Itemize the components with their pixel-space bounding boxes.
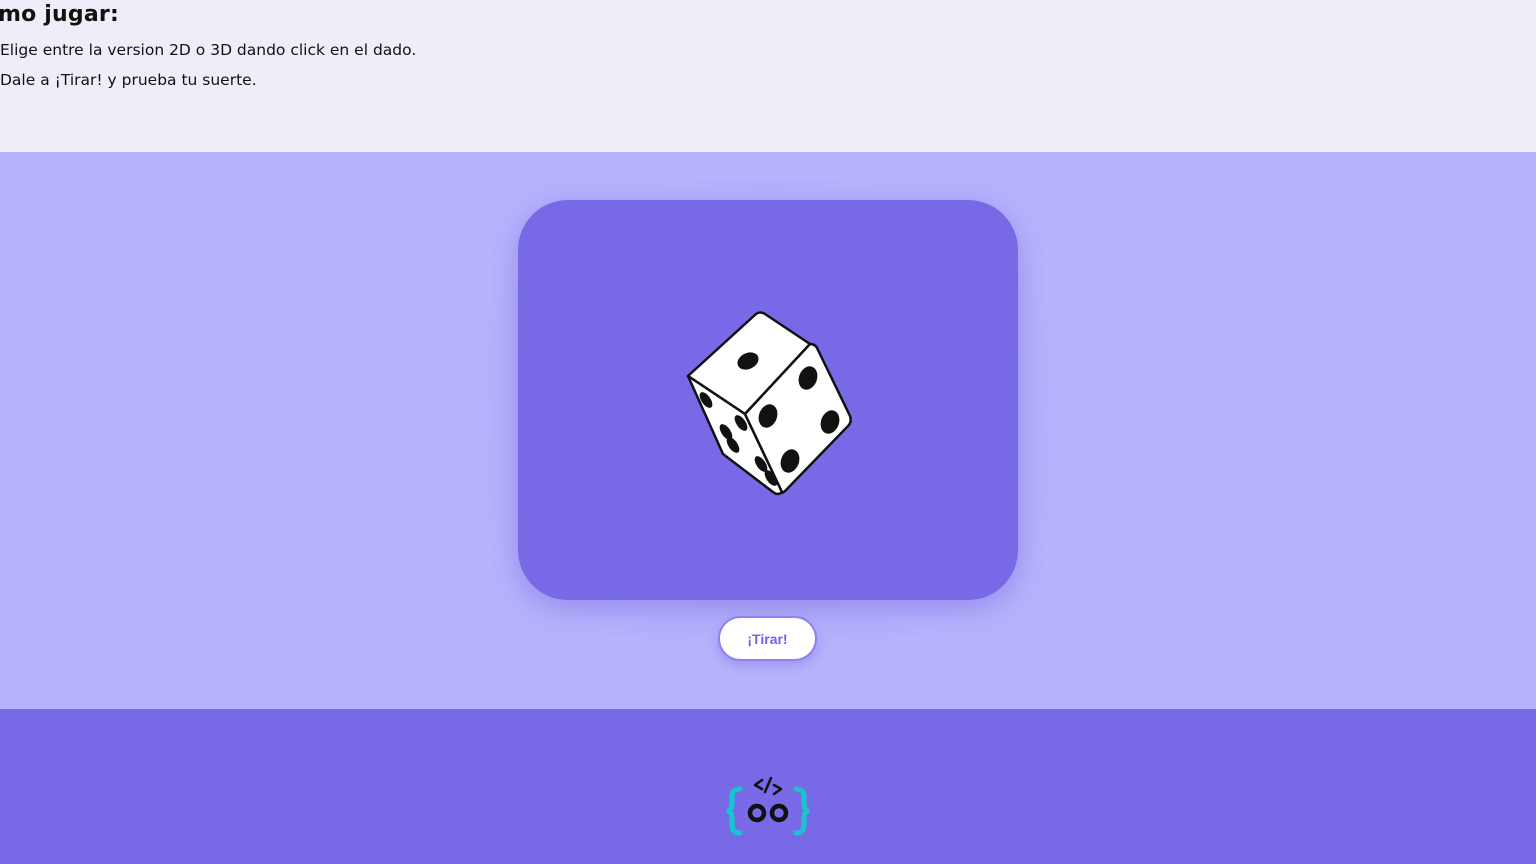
footer bbox=[0, 709, 1536, 864]
dice-toggle-card[interactable] bbox=[518, 200, 1018, 600]
instruction-step-2: Dale a ¡Tirar! y prueba tu suerte. bbox=[0, 71, 257, 89]
instructions-heading: mo jugar: bbox=[0, 2, 119, 27]
instruction-step-1: Elige entre la version 2D o 3D dando cli… bbox=[0, 41, 417, 59]
roll-button[interactable]: ¡Tirar! bbox=[718, 616, 817, 661]
code-braces-logo-icon bbox=[726, 776, 810, 836]
game-section: ¡Tirar! bbox=[0, 152, 1536, 709]
dice-3d-icon[interactable] bbox=[678, 306, 858, 496]
instructions-section: mo jugar: Elige entre la version 2D o 3D… bbox=[0, 0, 1536, 152]
